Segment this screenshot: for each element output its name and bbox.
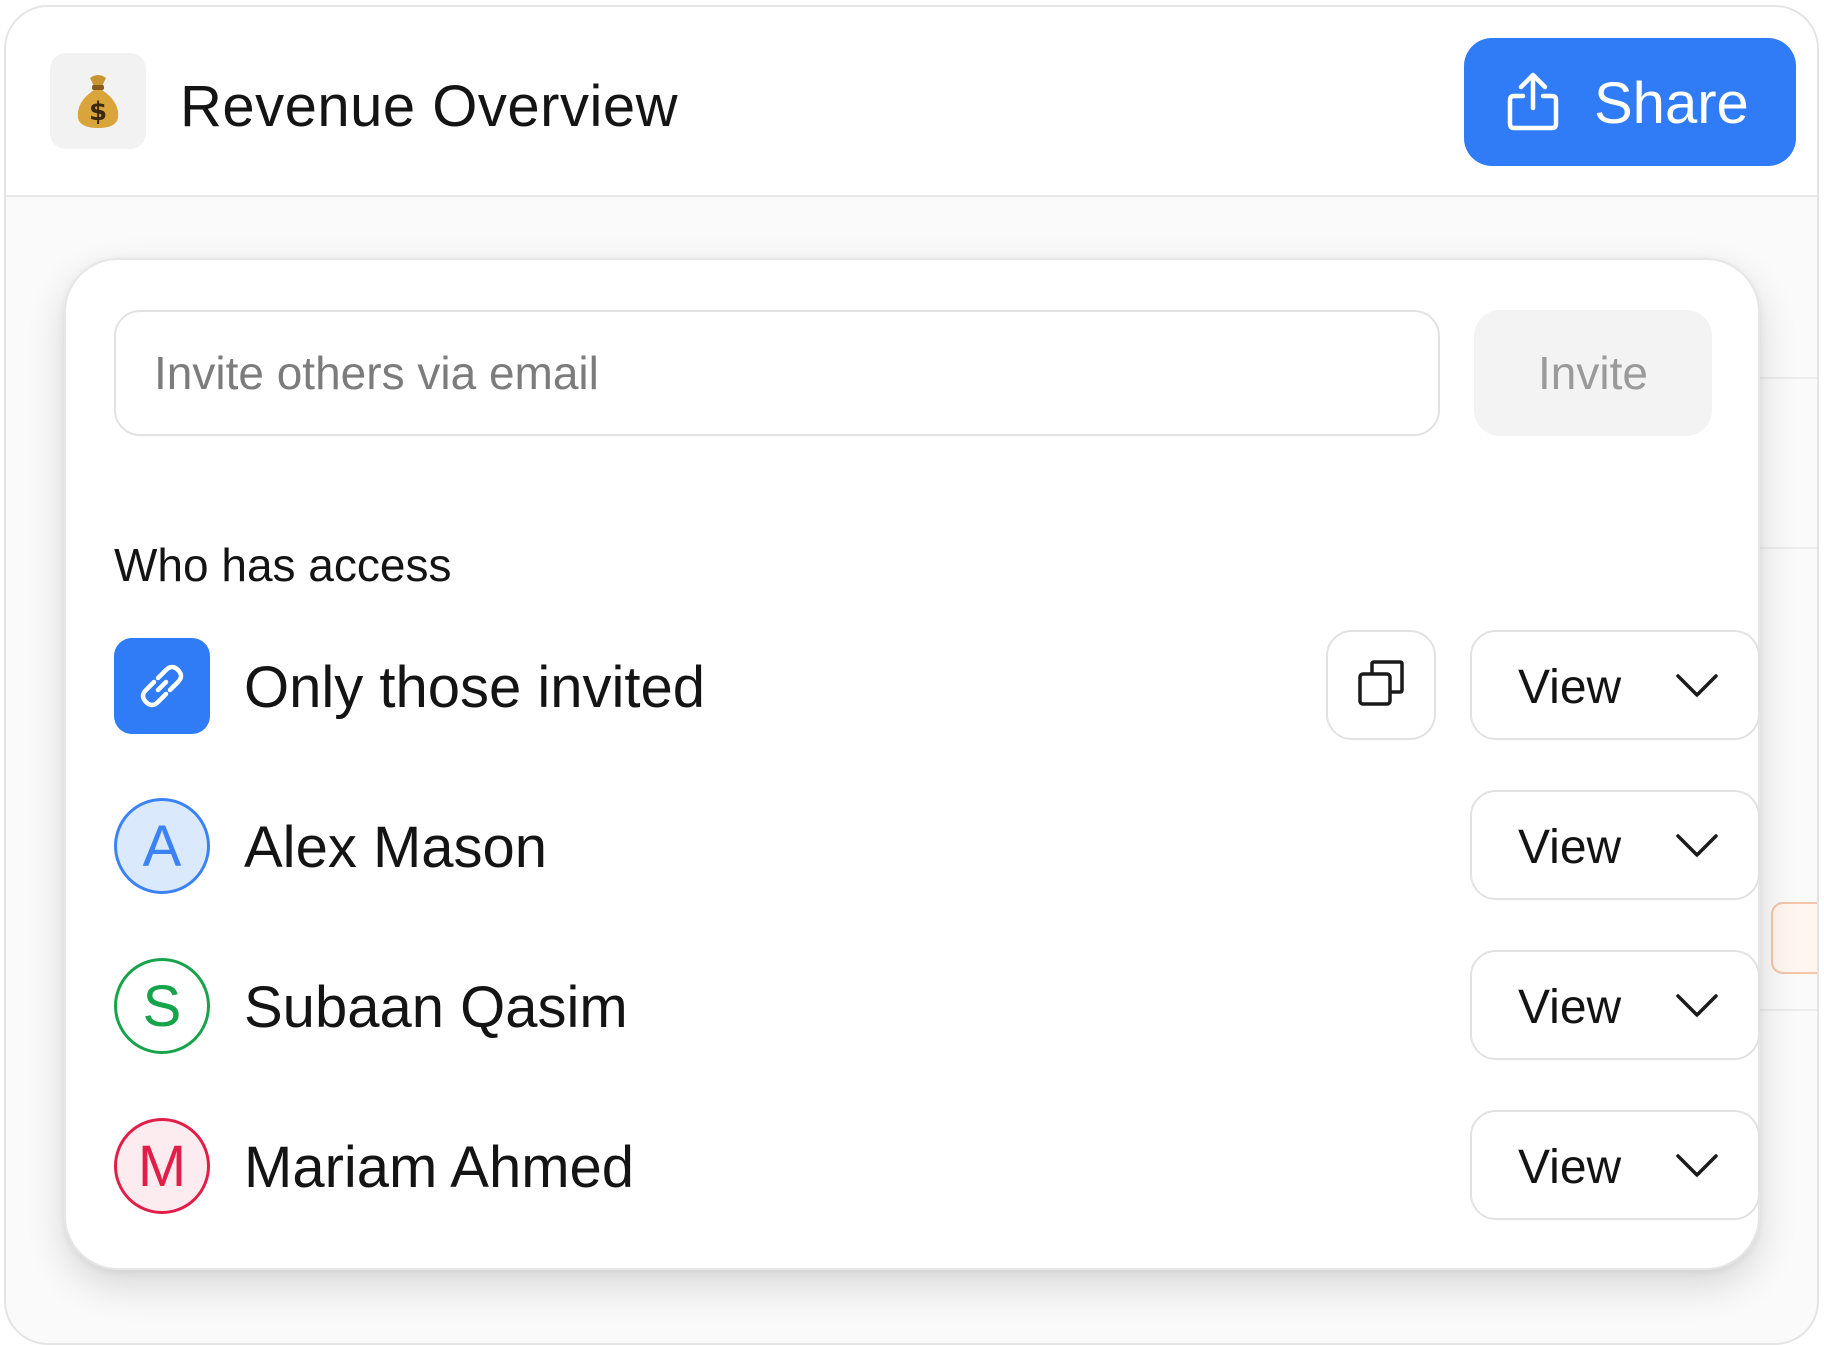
- chevron-down-icon: [1674, 830, 1720, 865]
- chevron-down-icon: [1674, 670, 1720, 705]
- person-permission-dropdown[interactable]: View: [1470, 950, 1760, 1060]
- person-permission-dropdown[interactable]: View: [1470, 790, 1760, 900]
- link-access-label: Only those invited: [244, 655, 706, 720]
- link-access-row: Only those invited View: [114, 630, 1760, 740]
- person-name: Subaan Qasim: [244, 975, 628, 1040]
- svg-text:$: $: [89, 97, 107, 127]
- link-permission-dropdown[interactable]: View: [1470, 630, 1760, 740]
- copy-icon: [1356, 658, 1406, 713]
- section-title: Who has access: [114, 539, 452, 591]
- person-row: M Mariam Ahmed View: [114, 1110, 1760, 1220]
- avatar: S: [114, 958, 210, 1054]
- invite-button[interactable]: Invite: [1474, 310, 1712, 436]
- money-bag-icon: $: [50, 53, 146, 149]
- permission-label: View: [1518, 821, 1622, 874]
- background-chart-chip: [1771, 902, 1817, 974]
- share-upload-icon: [1504, 70, 1562, 137]
- person-row: S Subaan Qasim View: [114, 950, 1760, 1060]
- link-icon: [114, 638, 210, 734]
- copy-link-button[interactable]: [1326, 630, 1436, 740]
- person-name: Mariam Ahmed: [244, 1135, 635, 1200]
- share-button[interactable]: Share: [1464, 38, 1796, 166]
- chevron-down-icon: [1674, 1150, 1720, 1185]
- invite-email-input[interactable]: [114, 310, 1440, 436]
- share-dialog: Invite Who has access Only those invited…: [64, 258, 1760, 1270]
- avatar: A: [114, 798, 210, 894]
- page-title: Revenue Overview: [180, 74, 678, 139]
- avatar: M: [114, 1118, 210, 1214]
- person-name: Alex Mason: [244, 815, 548, 880]
- chevron-down-icon: [1674, 990, 1720, 1025]
- header: $ Revenue Overview Share: [6, 7, 1817, 197]
- permission-label: View: [1518, 981, 1622, 1034]
- person-permission-dropdown[interactable]: View: [1470, 1110, 1760, 1220]
- permission-label: View: [1518, 661, 1622, 714]
- permission-label: View: [1518, 1141, 1622, 1194]
- share-label: Share: [1594, 71, 1749, 136]
- person-row: A Alex Mason View: [114, 790, 1760, 900]
